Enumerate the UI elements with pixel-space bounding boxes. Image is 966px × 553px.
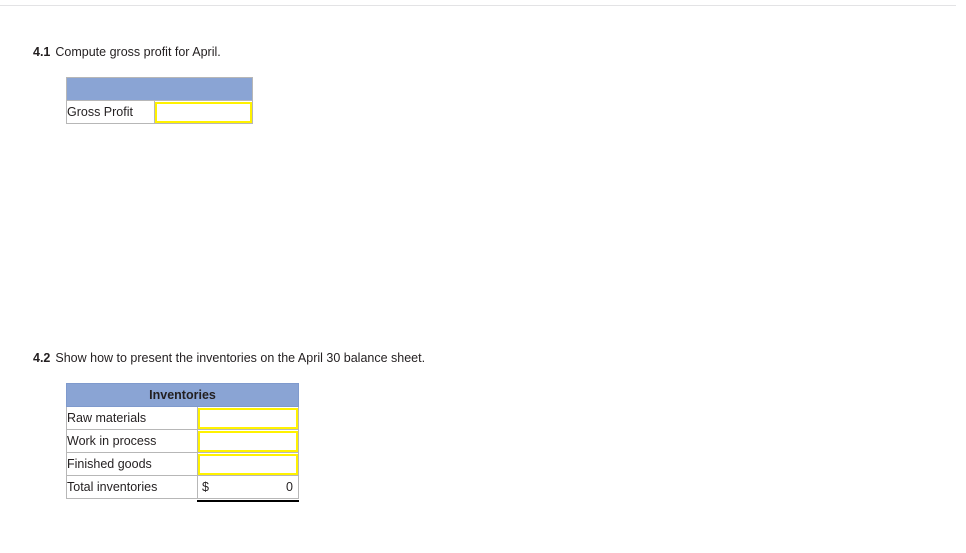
table-header-row [66, 77, 253, 101]
inventories-table-header-cell: Inventories [66, 383, 299, 407]
question-4-1: 4.1 Compute gross profit for April. [33, 45, 221, 59]
row-label-work-in-process: Work in process [66, 429, 198, 453]
inventories-table: Inventories Raw materials Work in proces… [66, 383, 300, 503]
finished-goods-input[interactable] [198, 453, 298, 475]
question-4-1-text: Compute gross profit for April. [55, 45, 221, 59]
total-inventories-value-cell: $ 0 [197, 475, 300, 503]
row-label-raw-materials: Raw materials [66, 406, 198, 430]
question-4-2-number: 4.2 [33, 351, 51, 365]
gross-profit-table-header-cell [66, 77, 253, 101]
finished-goods-input-cell[interactable] [197, 452, 299, 476]
table-row: Gross Profit [66, 100, 253, 124]
table-row: Raw materials [66, 406, 299, 430]
row-label-gross-profit: Gross Profit [66, 100, 155, 124]
row-label-total-inventories: Total inventories [66, 475, 198, 499]
table-row: Finished goods [66, 452, 299, 476]
question-4-2-text: Show how to present the inventories on t… [55, 351, 426, 365]
gross-profit-input-cell[interactable] [154, 100, 253, 124]
table-header-row: Inventories [66, 383, 299, 407]
row-label-finished-goods: Finished goods [66, 452, 198, 476]
currency-symbol: $ [202, 480, 209, 494]
work-in-process-input[interactable] [198, 430, 298, 452]
question-4-2: 4.2 Show how to present the inventories o… [33, 351, 425, 365]
question-4-1-number: 4.1 [33, 45, 51, 59]
page-top-divider [0, 5, 956, 6]
total-inventories-value: 0 [286, 480, 293, 494]
table-total-row: Total inventories $ 0 [66, 475, 300, 503]
gross-profit-input[interactable] [155, 101, 252, 123]
table-row: Work in process [66, 429, 299, 453]
raw-materials-input[interactable] [198, 407, 298, 429]
work-in-process-input-cell[interactable] [197, 429, 299, 453]
gross-profit-table: Gross Profit [66, 77, 253, 124]
raw-materials-input-cell[interactable] [197, 406, 299, 430]
